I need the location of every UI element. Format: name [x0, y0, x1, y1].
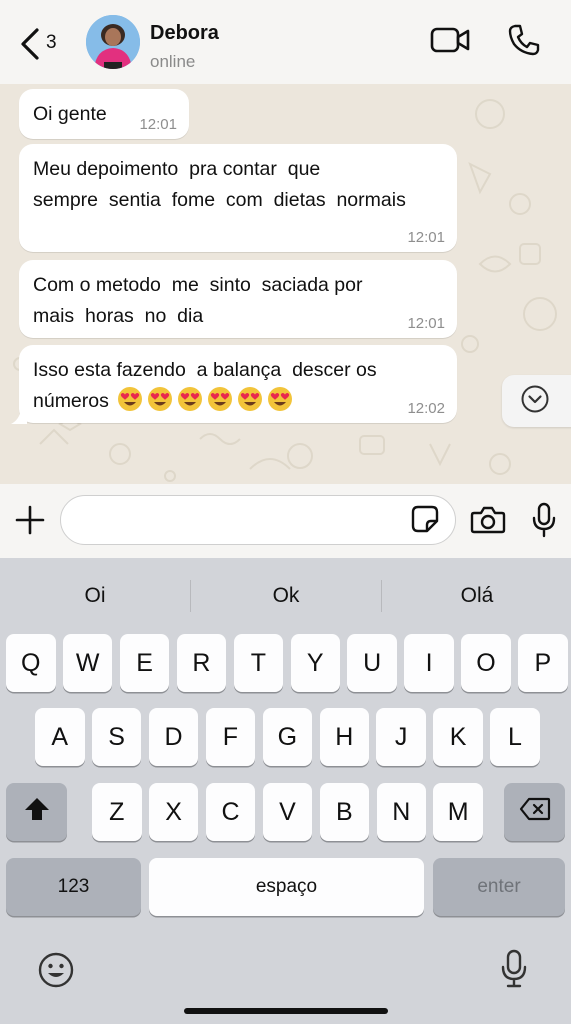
emoji-smiley-icon [37, 951, 75, 994]
message-bubble[interactable]: Isso esta fazendo a balança descer os nú… [19, 345, 457, 423]
key-h[interactable]: H [319, 708, 369, 766]
message-time: 12:01 [139, 116, 177, 133]
key-b[interactable]: B [319, 783, 370, 841]
camera-button[interactable] [468, 504, 508, 540]
key-s[interactable]: S [91, 708, 142, 766]
key-c[interactable]: C [205, 783, 256, 841]
heart-eyes-emoji-icon [237, 387, 262, 411]
key-z[interactable]: Z [92, 783, 142, 841]
attach-button[interactable] [12, 504, 48, 540]
heart-eyes-emoji-row [117, 386, 293, 412]
space-key[interactable]: espaço [149, 858, 424, 916]
key-g[interactable]: G [262, 708, 313, 766]
heart-eyes-emoji-icon [177, 387, 202, 411]
key-f[interactable]: F [205, 708, 256, 766]
key-e[interactable]: E [119, 634, 170, 692]
key-a[interactable]: A [35, 708, 85, 766]
microphone-icon [500, 949, 528, 994]
phone-icon [507, 23, 541, 62]
camera-icon [470, 505, 506, 540]
home-indicator [184, 1008, 388, 1014]
video-call-button[interactable] [428, 22, 472, 62]
avatar[interactable] [86, 15, 140, 69]
suggestion-bar: Oi Ok Olá [0, 558, 571, 634]
dictation-button[interactable] [494, 948, 534, 994]
message-composer [0, 484, 571, 558]
bubble-tail [11, 410, 27, 424]
suggestion-item[interactable]: Ok [191, 558, 381, 634]
back-button[interactable]: 3 [18, 24, 68, 64]
emoji-keyboard-button[interactable] [34, 950, 78, 994]
key-w[interactable]: W [62, 634, 113, 692]
voice-message-button[interactable] [526, 502, 562, 542]
key-y[interactable]: Y [290, 634, 340, 692]
key-o[interactable]: O [461, 634, 511, 692]
key-l[interactable]: L [490, 708, 540, 766]
backspace-key[interactable] [504, 783, 565, 841]
message-bubble[interactable]: Oi gente 12:01 [19, 89, 189, 139]
sticker-button[interactable] [408, 504, 442, 539]
message-time: 12:02 [407, 400, 445, 417]
enter-key[interactable]: enter [433, 858, 565, 916]
shift-arrow-icon [23, 796, 51, 829]
key-u[interactable]: U [347, 634, 397, 692]
message-input[interactable] [60, 495, 456, 545]
key-q[interactable]: Q [6, 634, 56, 692]
voice-call-button[interactable] [502, 22, 546, 62]
chevron-down-circle-icon [520, 384, 550, 419]
suggestion-item[interactable]: Oi [0, 558, 190, 634]
key-i[interactable]: I [404, 634, 454, 692]
key-n[interactable]: N [376, 783, 426, 841]
contact-status: online [150, 52, 196, 71]
heart-eyes-emoji-icon [207, 387, 232, 411]
scroll-to-bottom-button[interactable] [502, 375, 571, 427]
chat-header: 3 Debora online [0, 0, 571, 84]
key-p[interactable]: P [518, 634, 568, 692]
key-v[interactable]: V [262, 783, 313, 841]
microphone-icon [531, 502, 557, 543]
suggestion-item[interactable]: Olá [382, 558, 571, 634]
numbers-key[interactable]: 123 [6, 858, 141, 916]
chat-area[interactable]: Oi gente 12:01 Meu depoimento pra contar… [0, 84, 571, 484]
key-j[interactable]: J [376, 708, 426, 766]
heart-eyes-emoji-icon [267, 387, 292, 411]
key-x[interactable]: X [148, 783, 199, 841]
message-bubble[interactable]: Com o metodo me sinto saciada por mais h… [19, 260, 457, 338]
message-text: Com o metodo me sinto saciada por mais h… [33, 274, 363, 327]
unread-count: 3 [46, 31, 57, 53]
contact-name[interactable]: Debora [150, 22, 219, 45]
keyboard: Oi Ok Olá QWERTYUIOP ASDFGHJKL ZXCVBNM 123… [0, 558, 571, 1024]
key-r[interactable]: R [176, 634, 227, 692]
message-text: Meu depoimento pra contar que sempre sen… [33, 158, 406, 211]
message-time: 12:01 [407, 315, 445, 332]
key-m[interactable]: M [433, 783, 483, 841]
message-bubble[interactable]: Meu depoimento pra contar que sempre sen… [19, 144, 457, 252]
heart-eyes-emoji-icon [147, 387, 172, 411]
key-k[interactable]: K [433, 708, 483, 766]
key-t[interactable]: T [233, 634, 284, 692]
key-d[interactable]: D [148, 708, 199, 766]
plus-icon [15, 505, 45, 540]
sticker-icon [410, 504, 440, 539]
message-time: 12:01 [407, 229, 445, 246]
video-call-icon [430, 26, 470, 59]
shift-key[interactable] [6, 783, 67, 841]
chevron-left-icon [18, 27, 40, 61]
heart-eyes-emoji-icon [117, 387, 142, 411]
backspace-icon [519, 797, 551, 828]
